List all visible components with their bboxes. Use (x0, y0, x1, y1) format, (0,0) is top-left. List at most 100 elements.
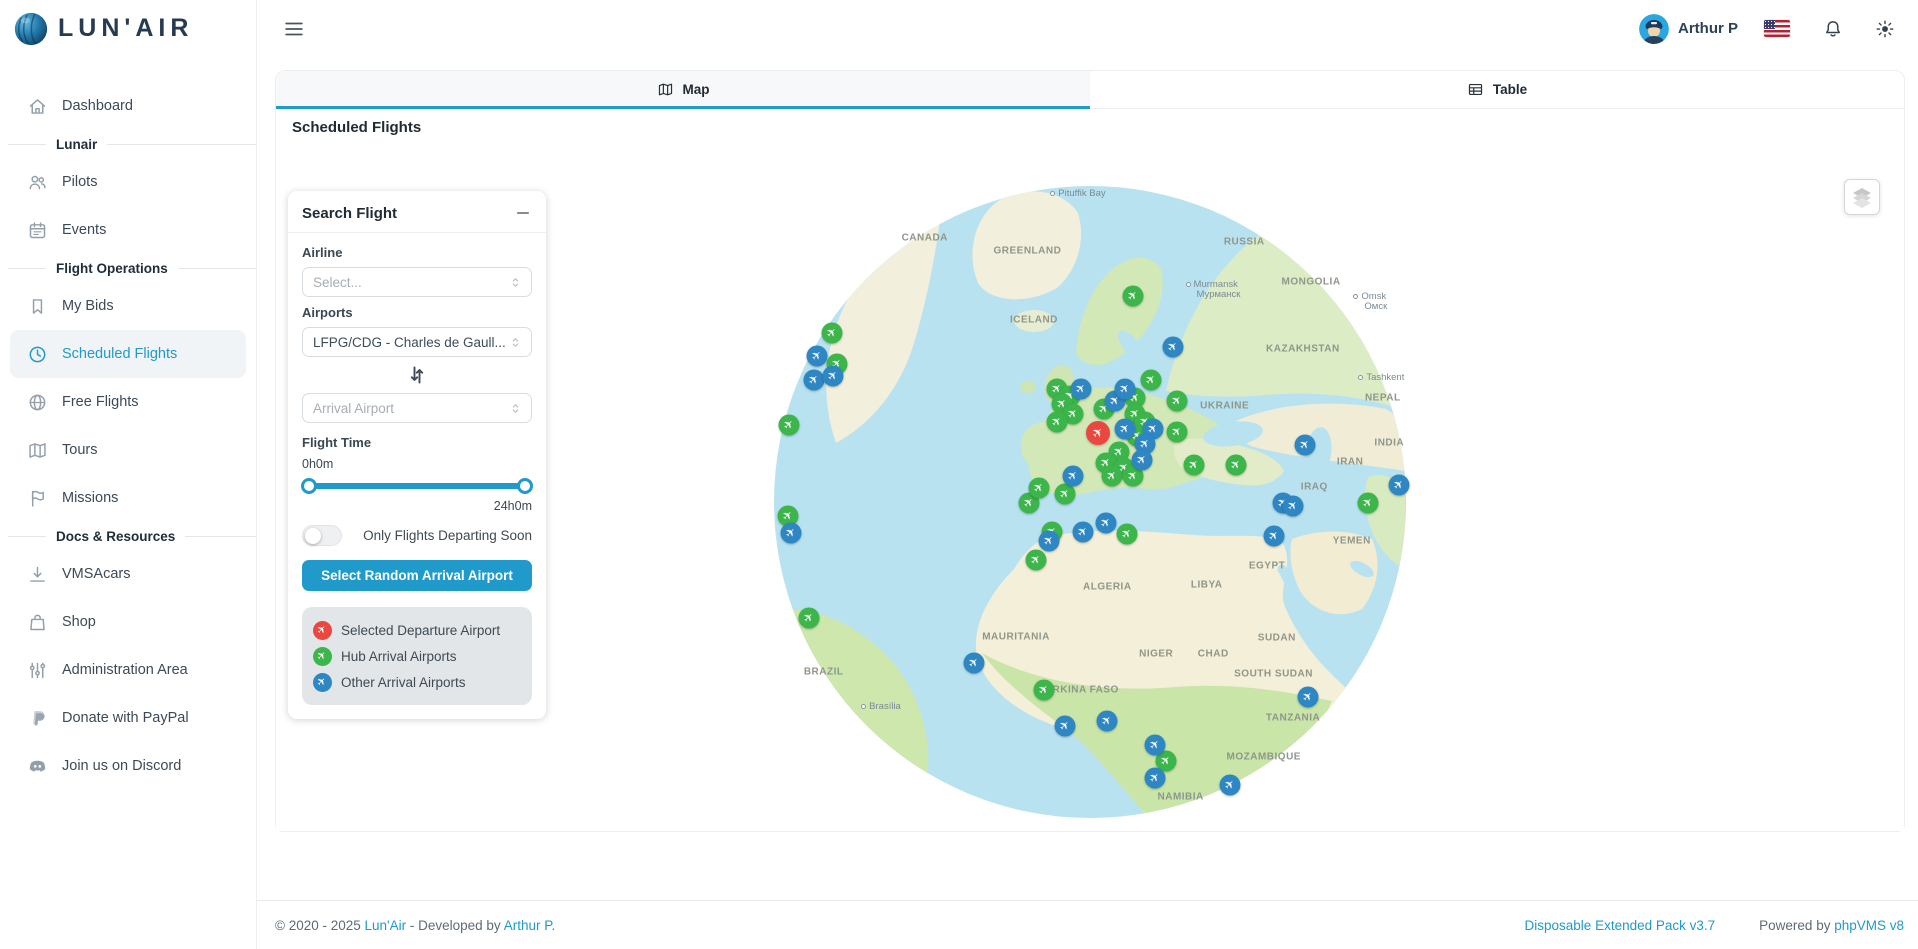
flight-marker-hub[interactable]: ✈ (1123, 285, 1144, 306)
brand-logo[interactable]: LUN'AIR (0, 0, 256, 57)
author-link[interactable]: Arthur P (504, 918, 552, 933)
avatar[interactable] (1639, 14, 1669, 44)
flight-marker-hub[interactable]: ✈ (1167, 391, 1188, 412)
map-country-label: LIBYA (1191, 579, 1223, 590)
map-country-label: MOZAMBIQUE (1227, 752, 1301, 763)
flight-marker-other[interactable]: ✈ (781, 522, 802, 543)
user-name[interactable]: Arthur P (1678, 20, 1738, 37)
departure-airport-select[interactable]: LFPG/CDG - Charles de Gaull... (302, 327, 532, 357)
map-layers-control[interactable] (1844, 179, 1880, 215)
legend-item-selected-departure-airport: ✈Selected Departure Airport (313, 617, 521, 643)
bookmark-icon (27, 296, 48, 317)
sidebar-item-missions[interactable]: Missions (10, 474, 246, 522)
slider-thumb-max[interactable] (517, 478, 533, 494)
tab-label: Table (1493, 82, 1527, 97)
flight-marker-other[interactable]: ✈ (1219, 775, 1240, 796)
sidebar-item-label: Shop (62, 614, 96, 630)
sidebar-item-shop[interactable]: Shop (10, 598, 246, 646)
flight-marker-other[interactable]: ✈ (1263, 525, 1284, 546)
sidebar-item-scheduled-flights[interactable]: Scheduled Flights (10, 330, 246, 378)
flight-marker-other[interactable]: ✈ (1054, 716, 1075, 737)
brand-name: LUN'AIR (58, 14, 193, 43)
flight-marker-hub[interactable]: ✈ (1028, 478, 1049, 499)
flight-marker-other[interactable]: ✈ (1283, 496, 1304, 517)
flight-marker-other[interactable]: ✈ (1115, 418, 1136, 439)
airline-select[interactable]: Select... (302, 267, 532, 297)
tab-table[interactable]: Table (1090, 71, 1904, 108)
map-country-label: INDIA (1374, 437, 1404, 448)
scheduled-flights-card: MapTable Scheduled Flights (275, 70, 1905, 832)
sidebar-item-join-us-on-discord[interactable]: Join us on Discord (10, 742, 246, 790)
flight-marker-hub[interactable]: ✈ (1025, 549, 1046, 570)
departing-soon-toggle[interactable] (302, 525, 342, 546)
tab-map[interactable]: Map (276, 71, 1090, 108)
sidebar-item-donate-with-paypal[interactable]: Donate with PayPal (10, 694, 246, 742)
us-flag-icon[interactable] (1764, 20, 1790, 37)
flight-marker-other[interactable]: ✈ (963, 652, 984, 673)
collapse-panel-icon[interactable] (514, 204, 532, 222)
sidebar-item-administration-area[interactable]: Administration Area (10, 646, 246, 694)
sidebar-item-tours[interactable]: Tours (10, 426, 246, 474)
flight-marker-hub[interactable]: ✈ (1116, 523, 1137, 544)
sidebar-item-label: Events (62, 222, 106, 238)
slider-track[interactable] (304, 483, 530, 489)
flight-marker-other[interactable]: ✈ (1294, 435, 1315, 456)
flight-marker-other[interactable]: ✈ (1162, 337, 1183, 358)
flight-marker-other[interactable]: ✈ (1063, 466, 1084, 487)
flight-marker-other[interactable]: ✈ (1144, 767, 1165, 788)
flights-map[interactable]: CANADAGREENLANDICELANDRUSSIAMONGOLIAKAZA… (276, 141, 1904, 831)
sidebar-item-pilots[interactable]: Pilots (10, 158, 246, 206)
city-dot-icon (1358, 375, 1363, 380)
map-country-label: NAMIBIA (1158, 792, 1204, 803)
brand-link[interactable]: Lun'Air (365, 918, 407, 933)
slider-thumb-min[interactable] (301, 478, 317, 494)
flight-marker-other[interactable]: ✈ (1095, 513, 1116, 534)
flight-marker-other[interactable]: ✈ (1389, 475, 1410, 496)
sidebar-item-free-flights[interactable]: Free Flights (10, 378, 246, 426)
flight-marker-other[interactable]: ✈ (1131, 450, 1152, 471)
bell-icon[interactable] (1822, 18, 1844, 40)
globe-logo-icon (12, 10, 50, 48)
flight-marker-hub[interactable]: ✈ (1358, 492, 1379, 513)
flight-marker-departure[interactable]: ✈ (1086, 421, 1110, 445)
flight-marker-hub[interactable]: ✈ (1226, 454, 1247, 475)
phpvms-link[interactable]: phpVMS v8 (1834, 918, 1904, 933)
map-city-label: Brasília (861, 702, 901, 712)
menu-icon[interactable] (283, 18, 305, 40)
plane-icon: ✈ (794, 604, 824, 634)
pack-link[interactable]: Disposable Extended Pack v3.7 (1525, 918, 1716, 933)
flight-marker-hub[interactable]: ✈ (1046, 411, 1067, 432)
swap-airports-icon[interactable] (405, 363, 429, 387)
flight-marker-other[interactable]: ✈ (1071, 378, 1092, 399)
sidebar-item-label: VMSAcars (62, 566, 131, 582)
flight-marker-hub[interactable]: ✈ (779, 415, 800, 436)
flight-marker-hub[interactable]: ✈ (1183, 454, 1204, 475)
flight-marker-other[interactable]: ✈ (1097, 711, 1118, 732)
flight-marker-other[interactable]: ✈ (823, 366, 844, 387)
arrival-airport-select[interactable]: Arrival Airport (302, 393, 532, 423)
theme-light-icon[interactable] (1874, 18, 1896, 40)
flight-marker-hub[interactable]: ✈ (1141, 370, 1162, 391)
sidebar-item-my-bids[interactable]: My Bids (10, 282, 246, 330)
map-country-label: CANADA (902, 233, 948, 244)
map-country-label: IRAQ (1301, 481, 1328, 492)
flight-marker-other[interactable]: ✈ (1115, 379, 1136, 400)
sidebar-item-dashboard[interactable]: Dashboard (10, 82, 246, 130)
sidebar-item-label: Tours (62, 442, 97, 458)
sidebar-item-vmsacars[interactable]: VMSAcars (10, 550, 246, 598)
flight-marker-hub[interactable]: ✈ (799, 608, 820, 629)
flight-marker-other[interactable]: ✈ (1072, 522, 1093, 543)
random-arrival-button[interactable]: Select Random Arrival Airport (302, 560, 532, 591)
sidebar-item-events[interactable]: Events (10, 206, 246, 254)
flight-marker-hub[interactable]: ✈ (821, 322, 842, 343)
legend-label: Hub Arrival Airports (341, 649, 457, 664)
bag-icon (27, 612, 48, 633)
chevron-updown-icon (508, 335, 523, 350)
flight-time-slider[interactable] (304, 477, 530, 495)
flight-marker-other[interactable]: ✈ (1297, 687, 1318, 708)
flight-marker-hub[interactable]: ✈ (1167, 422, 1188, 443)
flight-marker-other[interactable]: ✈ (807, 345, 828, 366)
flight-marker-other[interactable]: ✈ (1144, 734, 1165, 755)
flight-marker-hub[interactable]: ✈ (1033, 679, 1054, 700)
flight-marker-other[interactable]: ✈ (1038, 530, 1059, 551)
